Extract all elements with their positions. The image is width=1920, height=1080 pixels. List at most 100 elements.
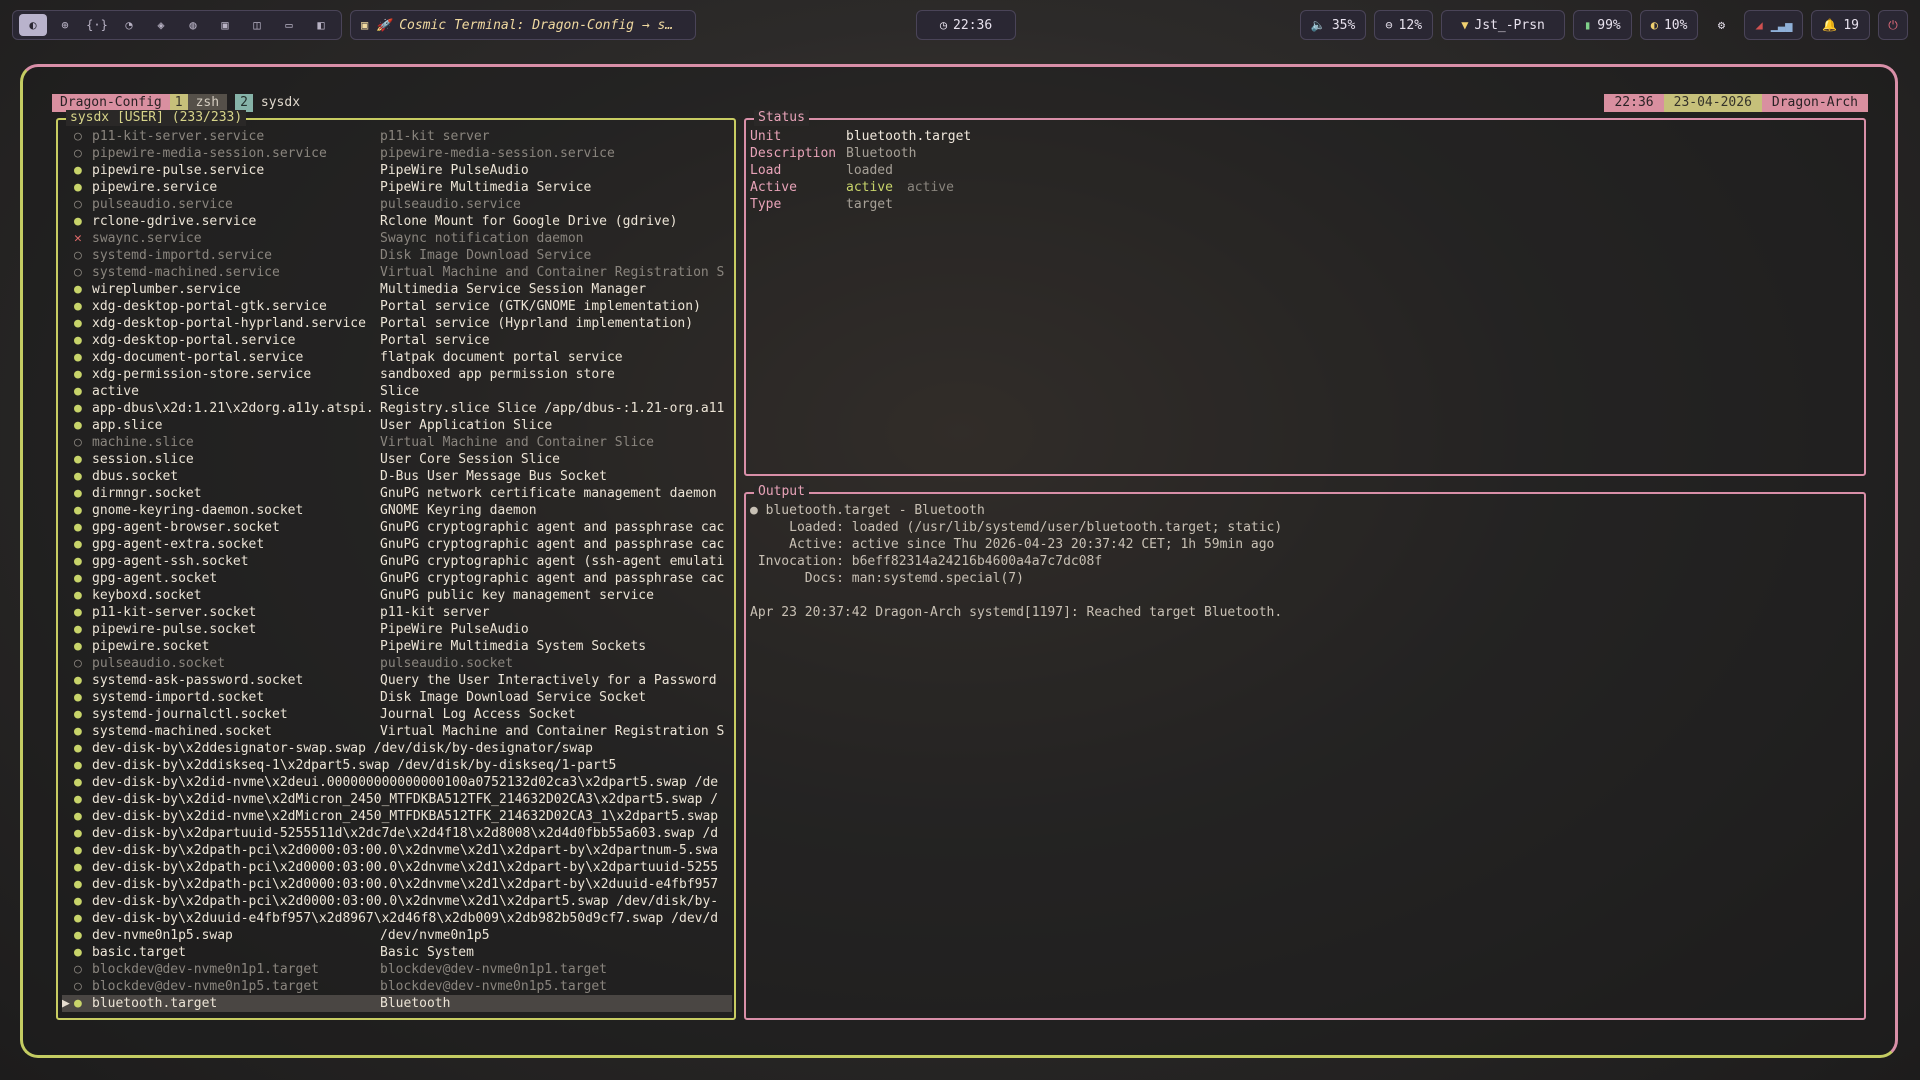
power-button[interactable]: ⏻ <box>1878 10 1908 40</box>
unit-row[interactable]: ✕ swaync.service Swaync notification daemo… <box>62 230 732 247</box>
workspace-3-button[interactable]: {·} <box>83 14 111 36</box>
unit-row[interactable]: ● xdg-desktop-portal-gtk.service Portal se… <box>62 298 732 315</box>
unit-row[interactable]: ● dev-disk-by\x2dpartuuid-5255511d\x2dc7d… <box>62 825 732 842</box>
unit-row[interactable]: ○ systemd-machined.service Virtual Machine… <box>62 264 732 281</box>
unit-list[interactable]: ○ p11-kit-server.service p11-kit server ○ pi… <box>62 128 732 1012</box>
workspace-5-button[interactable]: ◈ <box>147 14 175 36</box>
system-tray[interactable]: ◢ ▁▃▅ <box>1744 10 1804 40</box>
unit-row[interactable]: ● dev-disk-by\x2did-nvme\x2deui.000000000… <box>62 774 732 791</box>
unit-row[interactable]: ● dev-disk-by\x2ddiskseq-1\x2dpart5.swap … <box>62 757 732 774</box>
tmux-window-2-name[interactable]: sysdx <box>253 94 308 112</box>
unit-row[interactable]: ● keyboxd.socket GnuPG public key manageme… <box>62 587 732 604</box>
unit-row[interactable]: ● p11-kit-server.socket p11-kit server <box>62 604 732 621</box>
active-dot-icon: ● <box>74 792 82 807</box>
unit-row[interactable]: ○ pulseaudio.service pulseaudio.service <box>62 196 732 213</box>
unit-row[interactable]: ● xdg-desktop-portal.service Portal servic… <box>62 332 732 349</box>
unit-row[interactable]: ● systemd-journalctl.socket Journal Log Ac… <box>62 706 732 723</box>
active-dot-icon: ● <box>74 520 82 535</box>
unit-row[interactable]: ● systemd-importd.socket Disk Image Downlo… <box>62 689 732 706</box>
unit-row[interactable]: ● dev-disk-by\x2dpath-pci\x2d0000:03:00.0… <box>62 876 732 893</box>
unit-row[interactable]: ● gpg-agent-browser.socket GnuPG cryptogra… <box>62 519 732 536</box>
unit-name: systemd-ask-password.socket <box>92 673 304 688</box>
selection-cursor-icon <box>62 196 74 213</box>
unit-row[interactable]: ● dev-disk-by\x2duuid-e4fbf957\x2d8967\x2… <box>62 910 732 927</box>
unit-row[interactable]: ● app-dbus\x2d:1.21\x2dorg.a11y.atspi. Reg… <box>62 400 732 417</box>
unit-row[interactable]: ● pipewire-pulse.socket PipeWire PulseAudi… <box>62 621 732 638</box>
active-window-title[interactable]: ▣ 🚀 Cosmic Terminal: Dragon-Config → s… <box>350 10 696 40</box>
unit-row[interactable]: ● session.slice User Core Session Slice <box>62 451 732 468</box>
power-icon: ⏻ <box>1888 17 1898 32</box>
unit-row[interactable]: ● dev-disk-by\x2ddesignator-swap.swap /de… <box>62 740 732 757</box>
tmux-date: 23-04-2026 <box>1663 94 1762 112</box>
unit-row[interactable]: ● pipewire.service PipeWire Multimedia Ser… <box>62 179 732 196</box>
workspace-9-button[interactable]: ▭ <box>275 14 303 36</box>
unit-name: dirmngr.socket <box>92 486 202 501</box>
volume-indicator[interactable]: 🔈 35% <box>1299 10 1367 40</box>
unit-row[interactable]: ● dev-disk-by\x2did-nvme\x2dMicron_2450_M… <box>62 791 732 808</box>
unit-row[interactable]: ● dbus.socket D-Bus User Message Bus Socke… <box>62 468 732 485</box>
units-pane[interactable]: sysdx [USER] (233/233) ○ p11-kit-server.s… <box>56 110 736 1020</box>
workspace-10-button[interactable]: ◧ <box>307 14 335 36</box>
unit-row[interactable]: ● xdg-permission-store.service sandboxed a… <box>62 366 732 383</box>
workspace-2-button[interactable]: ⊕ <box>51 14 79 36</box>
workspace-1-button[interactable]: ◐ <box>19 14 47 36</box>
unit-row[interactable]: ● rclone-gdrive.service Rclone Mount for G… <box>62 213 732 230</box>
unit-row[interactable]: ○ systemd-importd.service Disk Image Downl… <box>62 247 732 264</box>
unit-row[interactable]: ● dev-disk-by\x2dpath-pci\x2d0000:03:00.0… <box>62 842 732 859</box>
unit-row[interactable]: ● xdg-document-portal.service flatpak docu… <box>62 349 732 366</box>
network-text: Jst_-Prsn <box>1474 17 1545 33</box>
unit-row[interactable]: ● systemd-machined.socket Virtual Machine … <box>62 723 732 740</box>
unit-row[interactable]: ● gpg-agent.socket GnuPG cryptographic age… <box>62 570 732 587</box>
unit-row[interactable]: ● pipewire-pulse.service PipeWire PulseAud… <box>62 162 732 179</box>
clock[interactable]: ◷ 22:36 <box>916 10 1016 40</box>
unit-name: app-dbus\x2d:1.21\x2dorg.a11y.atspi. <box>92 401 374 416</box>
selection-cursor-icon <box>62 604 74 621</box>
unit-row[interactable]: ● dev-nvme0n1p5.swap/dev/nvme0n1p5 <box>62 927 732 944</box>
unit-row[interactable]: ● dirmngr.socket GnuPG network certificate… <box>62 485 732 502</box>
unit-name: pulseaudio.socket <box>92 656 226 671</box>
unit-row[interactable]: ○ blockdev@dev-nvme0n1p5.target blockdev@d… <box>62 978 732 995</box>
settings-button[interactable]: ⚙ <box>1706 10 1736 40</box>
unit-row[interactable]: ● dev-disk-by\x2dpath-pci\x2d0000:03:00.0… <box>62 859 732 876</box>
unit-row[interactable]: ● active Slice <box>62 383 732 400</box>
unit-row[interactable]: ● basic.target Basic System <box>62 944 732 961</box>
unit-name: blockdev@dev-nvme0n1p1.target <box>92 962 319 977</box>
unit-row[interactable]: ● xdg-desktop-portal-hyprland.service Port… <box>62 315 732 332</box>
unit-row[interactable]: ● app.slice User Application Slice <box>62 417 732 434</box>
network-indicator[interactable]: ▼ Jst_-Prsn <box>1441 10 1566 40</box>
selection-cursor-icon <box>62 910 74 927</box>
unit-row[interactable]: ○ machine.slice Virtual Machine and Contai… <box>62 434 732 451</box>
unit-row[interactable]: ● gpg-agent-extra.socket GnuPG cryptograph… <box>62 536 732 553</box>
unit-row[interactable]: ● gnome-keyring-daemon.socket GNOME Keyrin… <box>62 502 732 519</box>
unit-row[interactable]: ● dev-disk-by\x2did-nvme\x2dMicron_2450_M… <box>62 808 732 825</box>
unit-name: dev-disk-by\x2did-nvme\x2deui.0000000000… <box>92 775 719 790</box>
unit-row[interactable]: ○ pulseaudio.socket pulseaudio.socket <box>62 655 732 672</box>
workspace-6-button[interactable]: ◍ <box>179 14 207 36</box>
unit-row[interactable]: ○ pipewire-media-session.service pipewire-… <box>62 145 732 162</box>
unit-row[interactable]: ○ p11-kit-server.service p11-kit server <box>62 128 732 145</box>
unit-row[interactable]: ● dev-disk-by\x2dpath-pci\x2d0000:03:00.0… <box>62 893 732 910</box>
active-dot-icon: ● <box>74 707 82 722</box>
unit-row[interactable]: ● pipewire.socket PipeWire Multimedia Syst… <box>62 638 732 655</box>
unit-description: Registry.slice Slice /app/dbus-:1.21-org… <box>380 401 725 416</box>
tray-app-icon: ◢ <box>1755 18 1763 32</box>
notifications-button[interactable]: 🔔 19 <box>1811 10 1870 40</box>
selection-cursor-icon <box>62 689 74 706</box>
unit-name: rclone-gdrive.service <box>92 214 257 229</box>
cpu-indicator[interactable]: ⊖ 12% <box>1374 10 1434 40</box>
output-pane: Output ● bluetooth.target - Bluetooth Lo… <box>744 484 1866 1020</box>
unit-row-selected[interactable]: ▶ ● bluetooth.target Bluetooth <box>62 995 732 1012</box>
unit-name: wireplumber.service <box>92 282 241 297</box>
unit-row[interactable]: ● wireplumber.service Multimedia Service S… <box>62 281 732 298</box>
workspace-7-button[interactable]: ▣ <box>211 14 239 36</box>
unit-row[interactable]: ● systemd-ask-password.socket Query the Us… <box>62 672 732 689</box>
output-line: Active: active since Thu 2026-04-23 20:3… <box>750 537 1275 552</box>
unit-row[interactable]: ● gpg-agent-ssh.socket GnuPG cryptographic… <box>62 553 732 570</box>
selection-cursor-icon <box>62 774 74 791</box>
brightness-indicator[interactable]: ◐ 10% <box>1639 10 1699 40</box>
battery-indicator[interactable]: ▮ 99% <box>1573 10 1632 40</box>
workspace-4-button[interactable]: ◔ <box>115 14 143 36</box>
workspace-8-button[interactable]: ◫ <box>243 14 271 36</box>
active-dot-icon: ● <box>74 605 82 620</box>
unit-row[interactable]: ○ blockdev@dev-nvme0n1p1.target blockdev@d… <box>62 961 732 978</box>
